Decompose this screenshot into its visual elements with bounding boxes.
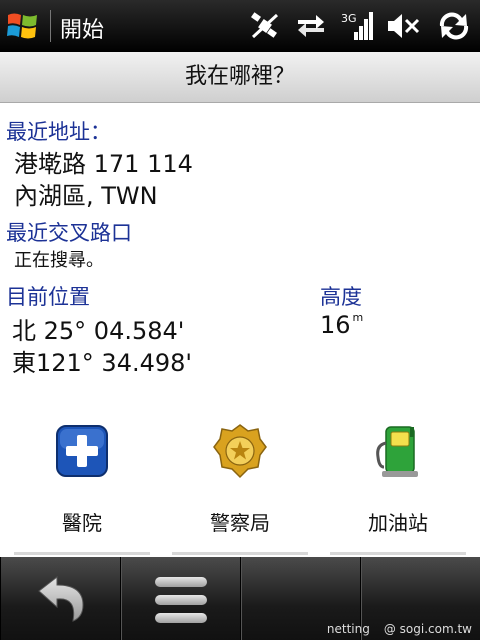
back-arrow-icon [38,575,84,622]
menu-button[interactable] [120,557,242,640]
status-separator [50,10,51,42]
status-bar: 開始 3G [0,0,480,52]
signal-3g-icon: 3G [341,12,373,40]
police-station-label: 警察局 [210,511,270,535]
sync-icon [439,12,469,40]
back-button[interactable] [0,557,122,640]
current-position-label: 目前位置 [6,285,90,309]
button-underline [14,552,150,555]
longitude-value: 東121° 34.498' [12,349,193,377]
recent-address-label: 最近地址： [6,120,111,144]
gas-station-label: 加油站 [368,511,428,535]
altitude-value: 16 m [320,311,363,339]
fuel-pump-icon [376,426,418,477]
page-title: 我在哪裡？ [0,52,480,103]
bottom-toolbar: netting @ sogi.com.tw [0,557,480,640]
police-badge-icon [213,424,267,479]
nearest-intersection-value: 正在搜尋。 [14,250,104,271]
button-underline [330,552,466,555]
altitude-label: 高度 [320,285,362,309]
data-transfer-icon [298,15,324,37]
speaker-muted-icon [388,14,420,38]
recent-address-line2: 內湖區, TWN [14,182,158,210]
latitude-value: 北 25° 04.584' [12,317,185,345]
button-underline [172,552,308,555]
recent-address-line1: 港墘路 171 114 [14,150,193,178]
hospital-label: 醫院 [62,511,102,535]
watermark: netting @ sogi.com.tw [313,622,472,636]
nearest-intersection-label: 最近交叉路口 [6,221,132,245]
gas-station-button[interactable]: 加油站 [324,415,472,555]
watermark-user: netting [326,622,370,636]
network-type-label: 3G [341,12,357,25]
altitude-number: 16 [320,311,351,339]
altitude-unit: m [352,311,364,324]
hospital-button[interactable]: 醫院 [8,415,156,555]
menu-icon [155,577,207,623]
start-label[interactable]: 開始 [60,12,104,44]
watermark-site: @ sogi.com.tw [383,622,472,636]
hospital-cross-icon [56,425,108,477]
gps-satellite-icon [251,12,279,39]
police-station-button[interactable]: 警察局 [166,415,314,555]
windows-logo-icon[interactable] [6,9,40,43]
